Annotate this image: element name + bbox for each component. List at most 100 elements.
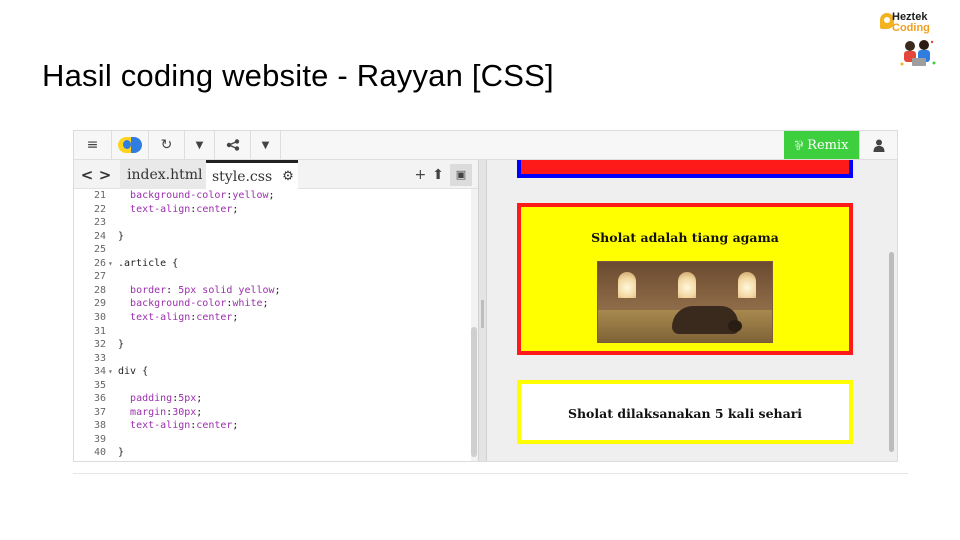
code-line[interactable]: 35 bbox=[74, 379, 472, 393]
preview-pane: Sholat adalah tiang agama Sholat dilaksa… bbox=[487, 160, 897, 461]
chevron-right-icon[interactable]: > bbox=[99, 166, 112, 184]
prayer-photo bbox=[597, 261, 773, 343]
preview-article-box: Sholat dilaksanakan 5 kali sehari bbox=[517, 380, 853, 444]
code-line[interactable]: 40} bbox=[74, 446, 472, 460]
window-arch bbox=[678, 272, 696, 298]
user-account-button[interactable] bbox=[859, 131, 897, 159]
preview-scrollbar[interactable] bbox=[886, 160, 897, 461]
share-dropdown-chevron-icon[interactable]: ▼ bbox=[251, 131, 281, 159]
code-line[interactable]: 30 text-align:center; bbox=[74, 311, 472, 325]
preview-scrollbar-thumb[interactable] bbox=[889, 252, 894, 452]
slide-title: Hasil coding website - Rayyan [CSS] bbox=[42, 58, 554, 93]
code-editor[interactable]: 21 background-color:yellow; 22 text-align… bbox=[74, 189, 472, 461]
code-text: background-color:white; bbox=[130, 298, 269, 310]
preview-article-text: Sholat dilaksanakan 5 kali sehari bbox=[567, 406, 803, 421]
code-text: border: 5px solid yellow; bbox=[130, 284, 281, 296]
preview-heading: Sholat adalah tiang agama bbox=[591, 230, 779, 245]
preview-image-box: Sholat adalah tiang agama bbox=[517, 203, 853, 355]
fold-chevron-icon[interactable]: ▾ bbox=[108, 257, 113, 271]
line-number: 27 bbox=[93, 271, 106, 283]
line-number: 34 bbox=[93, 366, 106, 378]
user-icon bbox=[873, 139, 884, 152]
code-line[interactable]: 24} bbox=[74, 230, 472, 244]
praying-person-head bbox=[728, 320, 742, 332]
line-number: 23 bbox=[93, 217, 106, 229]
code-line[interactable]: 38 text-align:center; bbox=[74, 419, 472, 433]
code-pane: < > index.html style.css ⚙ + ⬆ ▣ 21 back… bbox=[74, 160, 478, 461]
tab-navigation: < > bbox=[78, 160, 114, 189]
code-line[interactable]: 26 ▾ .article { bbox=[74, 257, 472, 271]
remix-icon: ⅌ bbox=[794, 139, 804, 154]
code-line[interactable]: 21 background-color:yellow; bbox=[74, 189, 472, 203]
line-number: 32 bbox=[93, 339, 106, 351]
line-number: 21 bbox=[93, 190, 106, 201]
app-logo-icon bbox=[118, 137, 142, 153]
tab-style-css[interactable]: style.css ⚙ bbox=[206, 160, 298, 190]
logo-line-2: Coding bbox=[892, 22, 930, 34]
line-number: 33 bbox=[93, 352, 106, 364]
code-line[interactable]: 31 bbox=[74, 325, 472, 339]
line-number: 36 bbox=[93, 393, 106, 405]
tab-actions: + ⬆ ▣ bbox=[415, 160, 472, 189]
code-line[interactable]: 36 padding:5px; bbox=[74, 392, 472, 406]
remix-button[interactable]: ⅌ Remix bbox=[784, 131, 859, 159]
line-number: 28 bbox=[93, 284, 106, 296]
line-number: 37 bbox=[93, 406, 106, 418]
code-text: } bbox=[118, 447, 125, 459]
line-number: 39 bbox=[93, 433, 106, 445]
remix-label: Remix bbox=[807, 137, 849, 153]
upload-icon[interactable]: ⬆ bbox=[432, 167, 444, 183]
gear-icon[interactable]: ⚙ bbox=[282, 169, 294, 184]
code-line[interactable]: 32} bbox=[74, 338, 472, 352]
code-text: margin:30px; bbox=[130, 406, 203, 418]
code-text: text-align:center; bbox=[130, 203, 239, 215]
kids-illustration-icon bbox=[900, 40, 936, 66]
line-number: 38 bbox=[93, 420, 106, 432]
code-line[interactable]: 37 margin:30px; bbox=[74, 406, 472, 420]
refresh-icon[interactable]: ↻ bbox=[149, 131, 185, 159]
line-number: 35 bbox=[93, 379, 106, 391]
resize-grip-icon bbox=[481, 300, 484, 328]
code-line[interactable]: 28 border: 5px solid yellow; bbox=[74, 284, 472, 298]
file-tabs: < > index.html style.css ⚙ + ⬆ ▣ bbox=[74, 160, 478, 190]
code-line[interactable]: 23 bbox=[74, 216, 472, 230]
app-logo-button[interactable] bbox=[112, 131, 149, 159]
code-line[interactable]: 27 bbox=[74, 270, 472, 284]
tab-label: style.css bbox=[212, 168, 273, 185]
editor-toolbar: ≡ ↻ ▼ ▼ ⅌ Remix bbox=[74, 131, 897, 160]
pane-resize-handle[interactable] bbox=[478, 160, 487, 461]
image-upload-icon[interactable]: ▣ bbox=[450, 163, 472, 186]
heztek-logo: Heztek Coding bbox=[876, 10, 942, 70]
fold-chevron-icon[interactable]: ▾ bbox=[108, 365, 113, 379]
preview-top-box bbox=[517, 160, 853, 178]
line-number: 24 bbox=[93, 230, 106, 242]
refresh-dropdown-chevron-icon[interactable]: ▼ bbox=[185, 131, 215, 159]
code-line[interactable]: 33 bbox=[74, 352, 472, 366]
code-line[interactable]: 29 background-color:white; bbox=[74, 297, 472, 311]
code-line[interactable]: 25 bbox=[74, 243, 472, 257]
line-number: 31 bbox=[93, 325, 106, 337]
code-line[interactable]: 34 ▾ div { bbox=[74, 365, 472, 379]
add-file-icon[interactable]: + bbox=[415, 167, 427, 183]
line-number: 26 bbox=[93, 257, 106, 269]
code-line[interactable]: 22 text-align:center; bbox=[74, 203, 472, 217]
code-text: .article { bbox=[118, 257, 179, 269]
tab-label: index.html bbox=[127, 166, 203, 183]
logo-text: Heztek Coding bbox=[892, 12, 930, 34]
line-number: 30 bbox=[93, 311, 106, 323]
line-number: 29 bbox=[93, 298, 106, 310]
chevron-left-icon[interactable]: < bbox=[81, 166, 94, 184]
code-text: } bbox=[118, 230, 125, 242]
code-scrollbar[interactable] bbox=[471, 189, 478, 461]
code-text: background-color:yellow; bbox=[130, 190, 275, 201]
code-line[interactable]: 39 bbox=[74, 433, 472, 447]
slide-divider bbox=[73, 473, 908, 474]
code-scrollbar-thumb[interactable] bbox=[471, 327, 477, 457]
share-nodes-icon bbox=[226, 139, 239, 151]
share-icon[interactable] bbox=[215, 131, 251, 159]
window-arch bbox=[738, 272, 756, 298]
tab-index-html[interactable]: index.html bbox=[120, 160, 206, 189]
line-number: 40 bbox=[93, 447, 106, 459]
menu-icon[interactable]: ≡ bbox=[74, 131, 112, 159]
code-text: text-align:center; bbox=[130, 311, 239, 323]
